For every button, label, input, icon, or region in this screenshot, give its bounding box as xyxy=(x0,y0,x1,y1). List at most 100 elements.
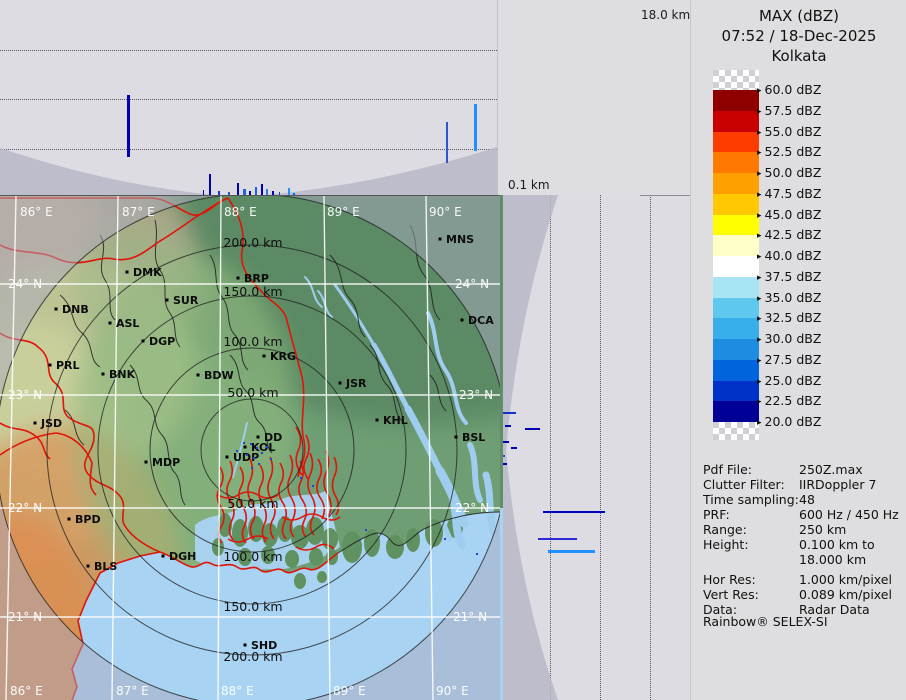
longitude-label: 86° E xyxy=(20,205,53,219)
scale-label: ▸55.0 dBZ xyxy=(757,124,821,139)
map-edge-column xyxy=(500,195,503,700)
radar-map: 86° E86° E87° E87° E88° E88° E89° E89° E… xyxy=(0,195,500,700)
info-label: Clutter Filter: xyxy=(703,477,799,492)
scale-band xyxy=(713,401,759,422)
scale-tick-icon: ▸ xyxy=(757,107,762,117)
range-ring-label: 50.0 km xyxy=(227,496,278,511)
city-marker xyxy=(145,461,148,464)
echo-bar xyxy=(548,550,595,553)
map-layers: 86° E86° E87° E87° E88° E88° E89° E89° E… xyxy=(0,195,500,700)
latitude-label: 23° N xyxy=(8,388,42,402)
city-label: BPD xyxy=(75,513,101,526)
city-marker xyxy=(263,355,266,358)
scale-label: ▸57.5 dBZ xyxy=(757,103,821,118)
info-label: Range: xyxy=(703,522,799,537)
longitude-label: 90° E xyxy=(429,205,462,219)
city-label: MDP xyxy=(152,456,180,469)
city-label: KHL xyxy=(383,414,408,427)
panel-border xyxy=(640,195,690,196)
city-marker xyxy=(68,518,71,521)
scale-tick-icon: ▸ xyxy=(757,190,762,200)
longitude-label: 90° E xyxy=(436,684,469,698)
city-label: KRG xyxy=(270,350,296,363)
city-marker xyxy=(102,373,105,376)
longitude-label: 89° E xyxy=(333,684,366,698)
echo-bar xyxy=(511,447,517,449)
echo-bar xyxy=(209,174,211,195)
city-label: JSR xyxy=(345,377,367,390)
latitude-label: 23° N xyxy=(459,388,493,402)
latitude-label: 22° N xyxy=(455,501,489,515)
echo-bar xyxy=(237,183,239,195)
scale-label: ▸22.5 dBZ xyxy=(757,393,821,408)
radar-application-window: 18.0 km 0.1 km xyxy=(0,0,906,700)
map-top-border xyxy=(0,195,500,196)
scale-tick-icon: ▸ xyxy=(757,418,762,428)
scale-band xyxy=(713,318,759,339)
info-value: 1.000 km/pixel xyxy=(799,572,903,587)
legend-panel: MAX (dBZ) 07:52 / 18-Dec-2025 Kolkata ▸6… xyxy=(690,0,906,700)
scale-band xyxy=(713,298,759,319)
scale-band xyxy=(713,256,759,277)
scale-tick-icon: ▸ xyxy=(757,273,762,283)
range-ring-label: 200.0 km xyxy=(223,235,282,250)
radar-echo-dot xyxy=(236,450,238,452)
product-title: MAX (dBZ) xyxy=(691,6,906,26)
radar-echo-dot xyxy=(258,463,260,465)
scale-band xyxy=(713,152,759,173)
scale-label: ▸25.0 dBZ xyxy=(757,373,821,388)
city-marker xyxy=(226,456,229,459)
longitude-label: 87° E xyxy=(116,684,149,698)
scale-tick-icon: ▸ xyxy=(757,397,762,407)
scale-label: ▸42.5 dBZ xyxy=(757,227,821,242)
city-label: BSL xyxy=(462,431,485,444)
transparent-swatch xyxy=(713,70,759,90)
scale-band xyxy=(713,235,759,256)
info-row: Height:0.100 km to 18.000 km xyxy=(703,537,903,567)
scale-label: ▸47.5 dBZ xyxy=(757,186,821,201)
info-label: Time sampling: xyxy=(703,492,799,507)
city-marker xyxy=(244,446,247,449)
city-marker xyxy=(166,299,169,302)
info-value: 250 km xyxy=(799,522,903,537)
scale-label: ▸52.5 dBZ xyxy=(757,144,821,159)
city-label: DCA xyxy=(468,314,494,327)
scale-tick-icon: ▸ xyxy=(757,128,762,138)
city-marker xyxy=(49,364,52,367)
echo-bar xyxy=(505,425,511,427)
scale-tick-icon: ▸ xyxy=(757,148,762,158)
scale-tick-icon: ▸ xyxy=(757,211,762,221)
scale-label: ▸27.5 dBZ xyxy=(757,352,821,367)
range-ring-label: 150.0 km xyxy=(223,284,282,299)
echo-bar xyxy=(538,538,577,540)
scale-band xyxy=(713,111,759,132)
scale-label: ▸60.0 dBZ xyxy=(757,82,821,97)
radar-echo-dot xyxy=(312,485,314,487)
city-marker xyxy=(162,555,165,558)
scale-label: ▸32.5 dBZ xyxy=(757,310,821,325)
city-label: SUR xyxy=(173,294,199,307)
city-label: MNS xyxy=(446,233,474,246)
scale-band xyxy=(713,360,759,381)
product-datetime: 07:52 / 18-Dec-2025 xyxy=(691,26,906,46)
longitude-label: 88° E xyxy=(224,205,257,219)
city-marker xyxy=(142,340,145,343)
info-value: 250Z.max xyxy=(799,462,903,477)
scale-tick-icon: ▸ xyxy=(757,356,762,366)
city-marker xyxy=(197,374,200,377)
scale-label: ▸20.0 dBZ xyxy=(757,414,821,429)
scale-label: ▸35.0 dBZ xyxy=(757,290,821,305)
city-label: BNK xyxy=(109,368,136,381)
scale-label: ▸50.0 dBZ xyxy=(757,165,821,180)
city-label: BDW xyxy=(204,369,234,382)
info-value: 48 xyxy=(799,492,903,507)
height-axis-min-label: 0.1 km xyxy=(508,178,550,192)
latitude-label: 21° N xyxy=(453,610,487,624)
echo-bar xyxy=(543,511,605,513)
info-row: Range:250 km xyxy=(703,522,903,537)
scale-tick-icon: ▸ xyxy=(757,294,762,304)
echo-bar xyxy=(288,188,290,195)
range-ring-label: 100.0 km xyxy=(223,549,282,564)
city-marker xyxy=(439,238,442,241)
radar-echo-dot xyxy=(246,454,248,456)
